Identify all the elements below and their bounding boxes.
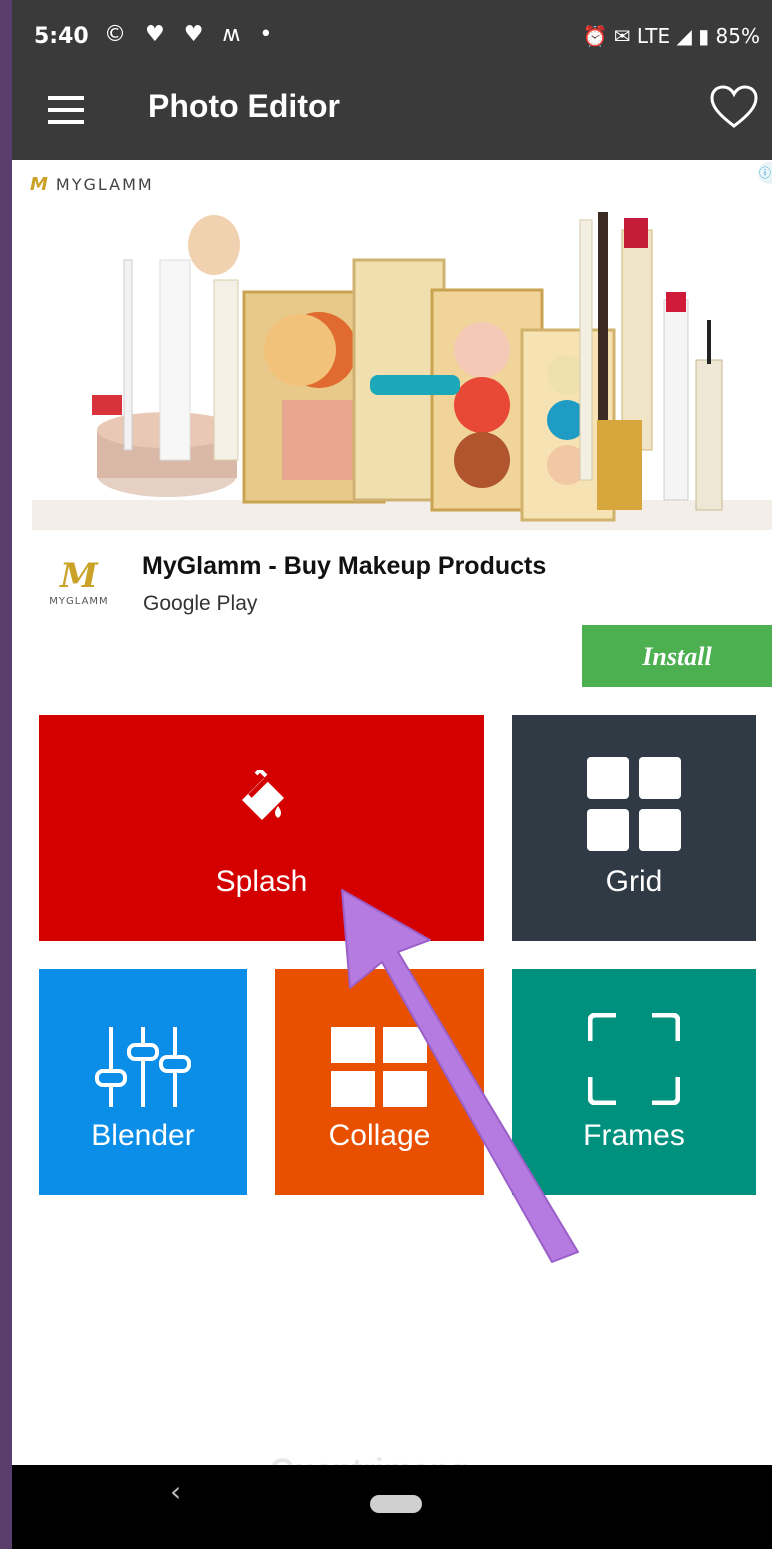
paint-bucket-icon [242,770,284,820]
menu-icon[interactable] [48,96,84,124]
ad-brand-name: MYGLAMM [55,175,154,194]
ad-info-icon[interactable]: ⓘ [758,162,772,184]
navigation-bar: ‹ [12,1465,772,1549]
grid-tile[interactable]: Grid [512,715,756,941]
ad-brand: M MYGLAMM [30,174,154,195]
status-indicators: ⏰ ✉ LTE ◢ ▮ 85% [582,24,760,48]
main-content: M MYGLAMM ⓘ M MYGLAMM MyGlamm - Buy Make… [12,160,772,1465]
collage-tile[interactable]: Collage [275,969,484,1195]
back-icon[interactable]: ‹ [170,1475,181,1508]
screen-edge [0,0,12,1549]
ad-brand-logo: M [30,174,50,195]
home-pill-icon[interactable] [370,1495,422,1513]
splash-label: Splash [215,865,308,898]
collage-label: Collage [328,1119,431,1152]
ad-title[interactable]: MyGlamm - Buy Makeup Products [142,552,546,581]
status-bar: 5:40 © ♥ ♥ ʍ • ⏰ ✉ LTE ◢ ▮ 85% [12,12,772,60]
ad-app-logo-text: MYGLAMM [49,596,109,607]
blender-label: Blender [91,1119,195,1152]
ad-app-logo-mark: M [60,556,98,596]
notification-icons: © ♥ ♥ ʍ • [104,22,279,47]
ad-product-image [32,212,772,530]
app-title: Photo Editor [148,88,340,124]
heart-icon[interactable] [708,82,760,134]
phone-screen: 5:40 © ♥ ♥ ʍ • ⏰ ✉ LTE ◢ ▮ 85% Photo Edi… [0,0,772,1549]
ad-app-logo: M MYGLAMM [34,556,124,626]
grid-label: Grid [605,865,663,898]
app-toolbar: Photo Editor [12,60,772,160]
ad-info[interactable]: M MYGLAMM MyGlamm - Buy Makeup Products … [12,530,772,700]
install-button[interactable]: Install [582,625,772,687]
splash-tile[interactable]: Splash [39,715,484,941]
grid-icon [587,757,681,851]
sliders-icon [95,1027,191,1107]
frame-corners-icon [588,1013,680,1105]
blender-tile[interactable]: Blender [39,969,247,1195]
collage-icon [331,1027,427,1107]
frames-label: Frames [583,1119,685,1152]
status-time: 5:40 [34,24,89,49]
frames-tile[interactable]: Frames [512,969,756,1195]
ad-banner[interactable]: M MYGLAMM ⓘ [12,160,772,530]
ad-subtitle: Google Play [143,592,258,615]
